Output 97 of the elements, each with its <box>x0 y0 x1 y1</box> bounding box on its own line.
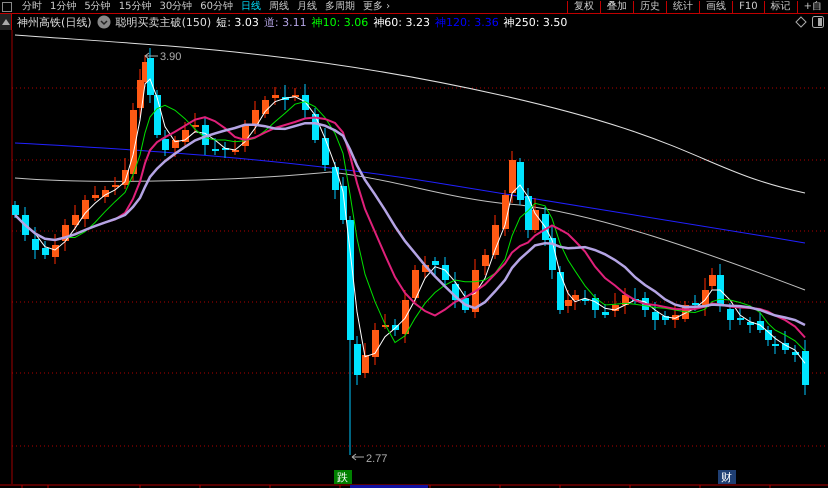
candlestick <box>232 140 239 156</box>
panel-toggle-icon[interactable] <box>812 16 824 28</box>
candlestick <box>792 344 799 362</box>
candlestick <box>672 306 679 328</box>
candlestick <box>482 248 489 276</box>
collapse-button[interactable] <box>0 14 12 30</box>
candlestick <box>22 206 29 242</box>
candlestick <box>452 272 459 308</box>
event-marker-badge[interactable]: 财 <box>718 470 736 484</box>
period-tab[interactable]: 30分钟 <box>155 0 196 12</box>
candlestick <box>312 108 319 144</box>
indicator-name: 聪明买卖主破(150) <box>116 14 212 30</box>
candlestick <box>382 314 389 330</box>
candlestick <box>582 290 589 306</box>
period-tab[interactable]: 月线 <box>292 0 321 12</box>
candlestick <box>302 84 309 118</box>
candlestick <box>422 256 429 280</box>
candlestick <box>682 300 689 322</box>
leader-arrow <box>352 454 364 460</box>
indicator-value: 短: 3.03 <box>216 14 259 30</box>
period-tab[interactable]: 多周期 <box>320 0 359 12</box>
candlestick <box>782 330 789 354</box>
period-tab[interactable]: 更多 › <box>358 0 394 12</box>
indicator-value: 神60: 3.23 <box>373 14 430 30</box>
candlestick <box>802 340 809 396</box>
toolbar-button[interactable]: F10 <box>732 0 764 12</box>
candlestick <box>282 84 289 110</box>
candlestick <box>82 194 89 228</box>
period-tab[interactable]: 15分钟 <box>114 0 156 12</box>
candlestick <box>202 118 209 156</box>
candlestick <box>112 176 119 196</box>
candlestick <box>412 264 419 302</box>
candlestick <box>292 88 299 102</box>
toolbar-button[interactable]: +自 <box>796 0 828 12</box>
candlestick <box>192 112 199 134</box>
candlestick <box>692 294 699 312</box>
period-tab[interactable]: 日线 <box>236 0 265 12</box>
leader-arrow <box>144 52 158 60</box>
high-price-label: 3.90 <box>160 51 182 63</box>
candlestick <box>272 86 279 106</box>
candlestick <box>392 318 399 336</box>
stock-title: 神州高铁(日线) <box>17 14 92 30</box>
candlestick <box>92 186 99 202</box>
toolbar-button[interactable]: 画线 <box>699 0 732 12</box>
candlestick <box>262 96 269 118</box>
indicator-value: 道: 3.11 <box>264 14 307 30</box>
candlestick <box>642 292 649 318</box>
diamond-icon[interactable] <box>795 16 807 28</box>
candlestick <box>652 302 659 330</box>
candlestick <box>52 234 59 264</box>
candlestick <box>172 136 179 158</box>
candlestick <box>212 138 219 156</box>
candlestick <box>182 122 189 146</box>
indicator-value: 神120: 3.36 <box>435 14 499 30</box>
candlestick <box>102 186 109 204</box>
period-tab[interactable]: 5分钟 <box>80 0 115 12</box>
candlestick <box>72 204 79 230</box>
toolbar-button[interactable]: 历史 <box>633 0 666 12</box>
candlestick <box>612 292 619 318</box>
candlestick <box>32 226 39 260</box>
candlestick <box>322 128 329 172</box>
candlestick <box>242 120 249 152</box>
chevron-circle-icon[interactable] <box>96 15 111 29</box>
candlestick <box>462 290 469 314</box>
candlestick <box>472 258 479 318</box>
candlestick <box>442 256 449 286</box>
period-tab[interactable]: 1分钟 <box>46 0 80 12</box>
window-icon[interactable] <box>2 2 12 12</box>
triangle-icon <box>2 19 10 25</box>
low-price-label: 2.77 <box>366 453 388 465</box>
candlestick <box>432 256 439 276</box>
candlestick <box>12 200 19 218</box>
candlestick <box>747 316 754 334</box>
candlestick <box>622 288 629 314</box>
toolbar-button[interactable]: 叠加 <box>600 0 634 12</box>
event-marker-badge[interactable]: 跌 <box>334 470 352 484</box>
period-tab[interactable]: 周线 <box>264 0 293 12</box>
candlestick <box>727 302 734 330</box>
indicator-value: 神250: 3.50 <box>504 14 568 30</box>
candlestick <box>42 240 49 260</box>
candlestick <box>222 142 229 158</box>
period-tab[interactable]: 60分钟 <box>196 0 237 12</box>
toolbar-button[interactable]: 统计 <box>666 0 700 12</box>
candlestick <box>602 304 609 318</box>
period-tab[interactable]: 分时 <box>18 0 46 12</box>
candlestick <box>737 308 744 326</box>
candlestick <box>492 214 499 260</box>
candlestick <box>62 218 69 252</box>
candlestick <box>252 100 259 134</box>
toolbar-button[interactable]: 复权 <box>567 0 600 12</box>
toolbar-button[interactable]: 标记 <box>764 0 797 12</box>
candlestick <box>372 322 379 366</box>
indicator-value: 神10: 3.06 <box>312 14 368 30</box>
candlestick <box>662 310 669 326</box>
candlestick <box>592 294 599 318</box>
candlestick <box>632 288 639 304</box>
candlestick <box>402 290 409 344</box>
